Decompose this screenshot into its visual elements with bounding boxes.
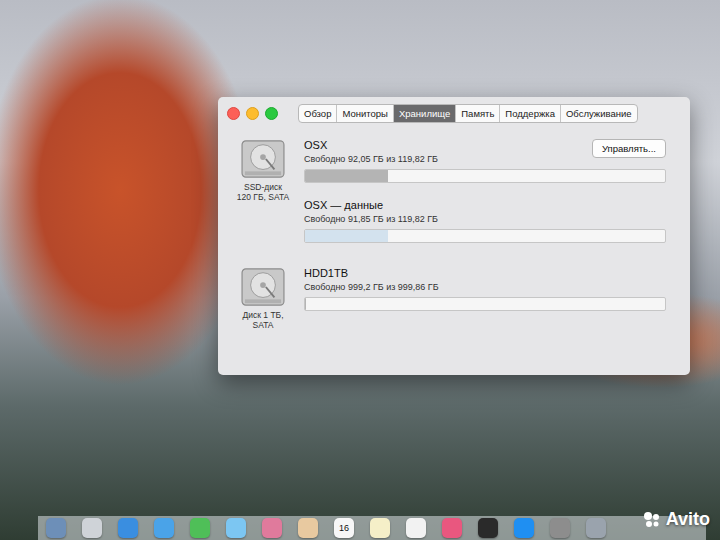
dock-app-icon[interactable] xyxy=(298,518,318,538)
tab[interactable]: Обслуживание xyxy=(560,105,637,122)
tab[interactable]: Мониторы xyxy=(336,105,393,122)
usage-fill xyxy=(305,230,388,242)
disk-icon xyxy=(240,139,286,179)
avito-logo-icon xyxy=(642,510,662,530)
drive-row: SSD-диск120 ГБ, SATA OSX Свободно 92,05 … xyxy=(232,139,666,243)
volume-free: Свободно 999,2 ГБ из 999,86 ГБ xyxy=(304,282,439,292)
watermark: Avito xyxy=(642,509,710,530)
volume-list: HDD1TB Свободно 999,2 ГБ из 999,86 ГБ xyxy=(304,267,666,330)
dock-app-icon[interactable] xyxy=(370,518,390,538)
dock-app-icon[interactable] xyxy=(550,518,570,538)
dock-app-icon[interactable] xyxy=(262,518,282,538)
minimize-button[interactable] xyxy=(246,107,259,120)
drive-row: Диск 1 ТБ,SATA HDD1TB Свободно 999,2 ГБ … xyxy=(232,267,666,330)
drive-label: SSD-диск xyxy=(244,182,282,192)
volume: OSX — данные Свободно 91,85 ГБ из 119,82… xyxy=(304,199,666,243)
desktop: ОбзорМониторыХранилищеПамятьПоддержкаОбс… xyxy=(0,0,720,540)
about-window: ОбзорМониторыХранилищеПамятьПоддержкаОбс… xyxy=(218,97,690,375)
drive-label: SATA xyxy=(253,320,274,330)
dock-app-icon[interactable] xyxy=(190,518,210,538)
volume-free: Свободно 91,85 ГБ из 119,82 ГБ xyxy=(304,214,438,224)
window-controls xyxy=(227,107,278,120)
dock-app-icon[interactable] xyxy=(46,518,66,538)
volume-name: OSX xyxy=(304,139,438,151)
dock-app-icon[interactable] xyxy=(118,518,138,538)
drive-label: Диск 1 ТБ, xyxy=(242,310,283,320)
drive-label: 120 ГБ, SATA xyxy=(237,192,289,202)
tab[interactable]: Обзор xyxy=(299,105,336,122)
volume-free: Свободно 92,05 ГБ из 119,82 ГБ xyxy=(304,154,438,164)
dock-app-icon[interactable] xyxy=(478,518,498,538)
volume-name: HDD1TB xyxy=(304,267,439,279)
usage-fill xyxy=(305,170,388,182)
manage-button[interactable]: Управлять... xyxy=(592,139,666,158)
volume: HDD1TB Свободно 999,2 ГБ из 999,86 ГБ xyxy=(304,267,666,311)
volume-list: OSX Свободно 92,05 ГБ из 119,82 ГБ Управ… xyxy=(304,139,666,243)
volume-name: OSX — данные xyxy=(304,199,438,211)
usage-bar xyxy=(304,169,666,183)
tab-bar: ОбзорМониторыХранилищеПамятьПоддержкаОбс… xyxy=(298,104,638,123)
usage-bar xyxy=(304,229,666,243)
usage-bar xyxy=(304,297,666,311)
dock: 16 xyxy=(38,516,706,540)
dock-app-icon[interactable] xyxy=(514,518,534,538)
dock-app-icon[interactable] xyxy=(154,518,174,538)
zoom-button[interactable] xyxy=(265,107,278,120)
dock-app-icon[interactable] xyxy=(442,518,462,538)
dock-app-icon[interactable]: 16 xyxy=(334,518,354,538)
dock-app-icon[interactable] xyxy=(406,518,426,538)
disk-icon xyxy=(240,267,286,307)
usage-fill xyxy=(305,298,306,310)
tab[interactable]: Хранилище xyxy=(393,105,455,122)
drive-info: Диск 1 ТБ,SATA xyxy=(232,267,294,330)
tab[interactable]: Память xyxy=(455,105,499,122)
dock-app-icon[interactable] xyxy=(226,518,246,538)
storage-panel: SSD-диск120 ГБ, SATA OSX Свободно 92,05 … xyxy=(218,129,690,344)
close-button[interactable] xyxy=(227,107,240,120)
tab[interactable]: Поддержка xyxy=(499,105,560,122)
drive-info: SSD-диск120 ГБ, SATA xyxy=(232,139,294,243)
dock-app-icon[interactable] xyxy=(82,518,102,538)
volume: OSX Свободно 92,05 ГБ из 119,82 ГБ Управ… xyxy=(304,139,666,183)
dock-app-icon[interactable] xyxy=(586,518,606,538)
title-bar: ОбзорМониторыХранилищеПамятьПоддержкаОбс… xyxy=(218,97,690,129)
